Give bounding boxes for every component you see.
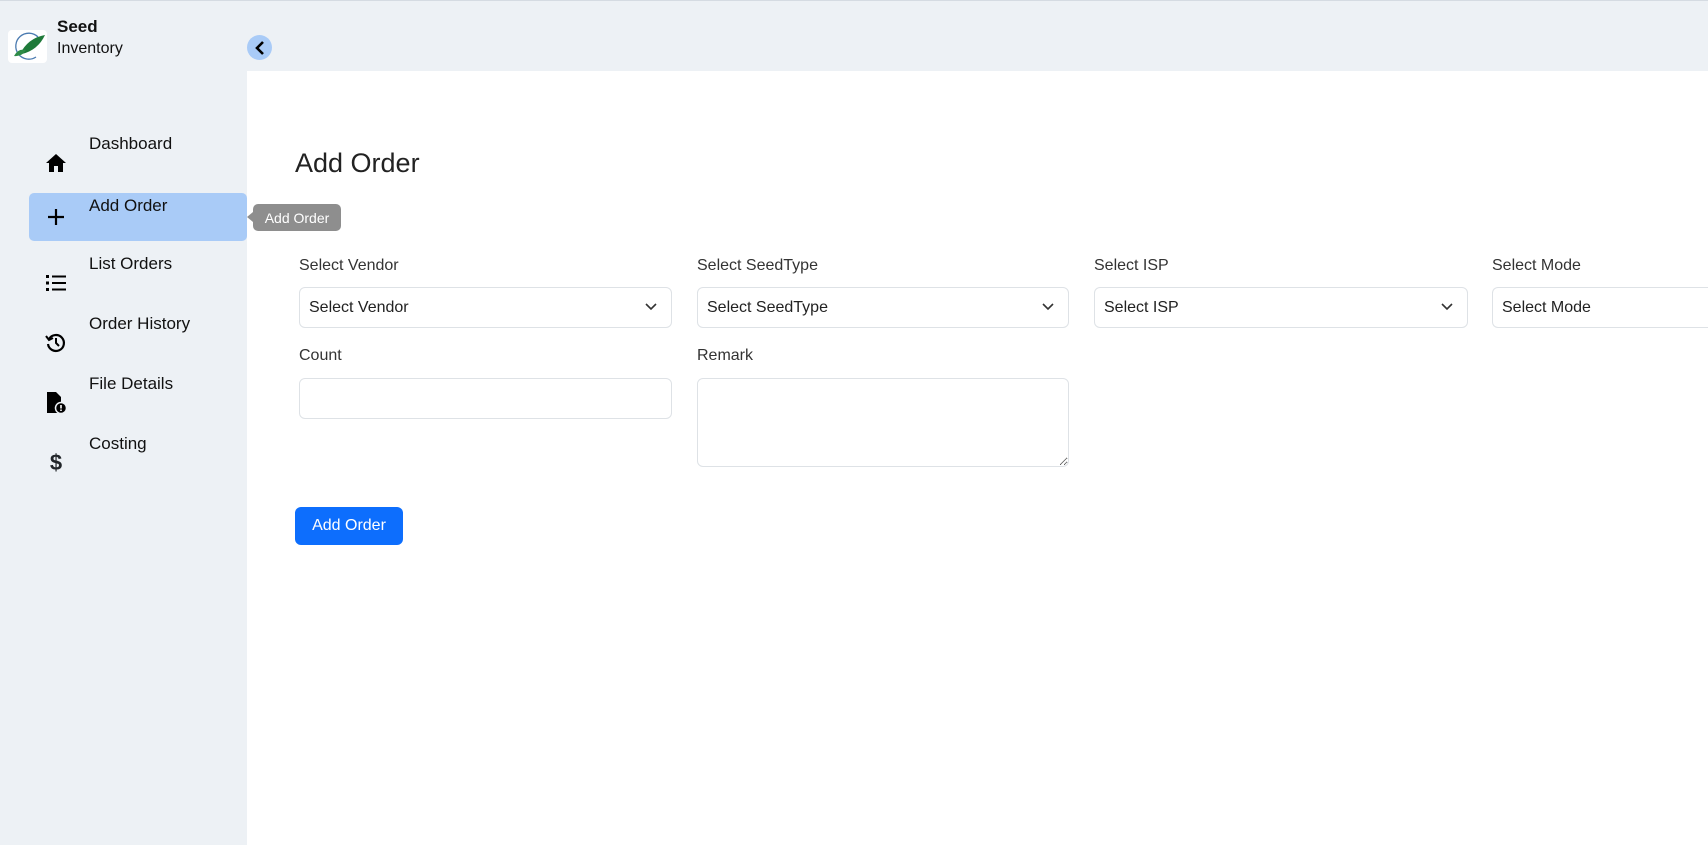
sidebar-item-label: Order History [89,314,191,333]
chevron-left-icon [254,40,264,55]
isp-value: Select ISP [1104,298,1179,316]
dollar-icon: $ [49,450,63,475]
logo [8,30,47,63]
vendor-select[interactable]: Select Vendor [299,287,672,328]
isp-label: Select ISP [1094,257,1169,274]
count-input[interactable] [299,378,672,419]
sidebar-item-costing[interactable]: $ Costing [29,434,247,482]
sidebar-item-dashboard[interactable]: Dashboard [29,134,247,182]
home-icon [45,152,67,174]
sidebar-item-list-orders[interactable]: List Orders [29,254,247,302]
chevron-down-icon [1441,303,1453,311]
sidebar-item-label: Add Order [89,196,168,215]
sidebar-item-label: File Details [89,374,174,393]
sidebar-item-file-details[interactable]: File Details [29,374,247,422]
remark-textarea[interactable] [697,378,1069,467]
add-order-button[interactable]: Add Order [295,507,403,545]
mode-select[interactable]: Select Mode [1492,287,1708,328]
isp-select[interactable]: Select ISP [1094,287,1468,328]
list-icon [45,272,67,294]
tooltip: Add Order [247,204,341,231]
sidebar-item-add-order[interactable]: Add Order [29,193,247,241]
sidebar-item-order-history[interactable]: Order History [29,314,247,362]
mode-value: Select Mode [1502,298,1591,316]
sidebar-item-label: List Orders [89,254,173,273]
sidebar-item-label: Dashboard [89,134,173,153]
seedtype-value: Select SeedType [707,298,828,316]
vendor-value: Select Vendor [309,298,409,316]
file-alert-icon [45,392,67,414]
chevron-down-icon [1042,303,1054,311]
sidebar-item-label: Costing [89,434,147,453]
page-title: Add Order [295,148,420,178]
mode-label: Select Mode [1492,257,1581,274]
seedtype-label: Select SeedType [697,257,818,274]
top-border [0,0,1708,1]
count-label: Count [299,347,342,364]
plus-icon [45,206,67,228]
collapse-sidebar-button[interactable] [247,35,272,60]
brand-title: Seed [57,17,98,36]
brand-subtitle: Inventory [57,40,123,57]
seedtype-select[interactable]: Select SeedType [697,287,1069,328]
remark-label: Remark [697,347,754,364]
vendor-label: Select Vendor [299,257,399,274]
chevron-down-icon [645,303,657,311]
history-icon [45,332,67,354]
